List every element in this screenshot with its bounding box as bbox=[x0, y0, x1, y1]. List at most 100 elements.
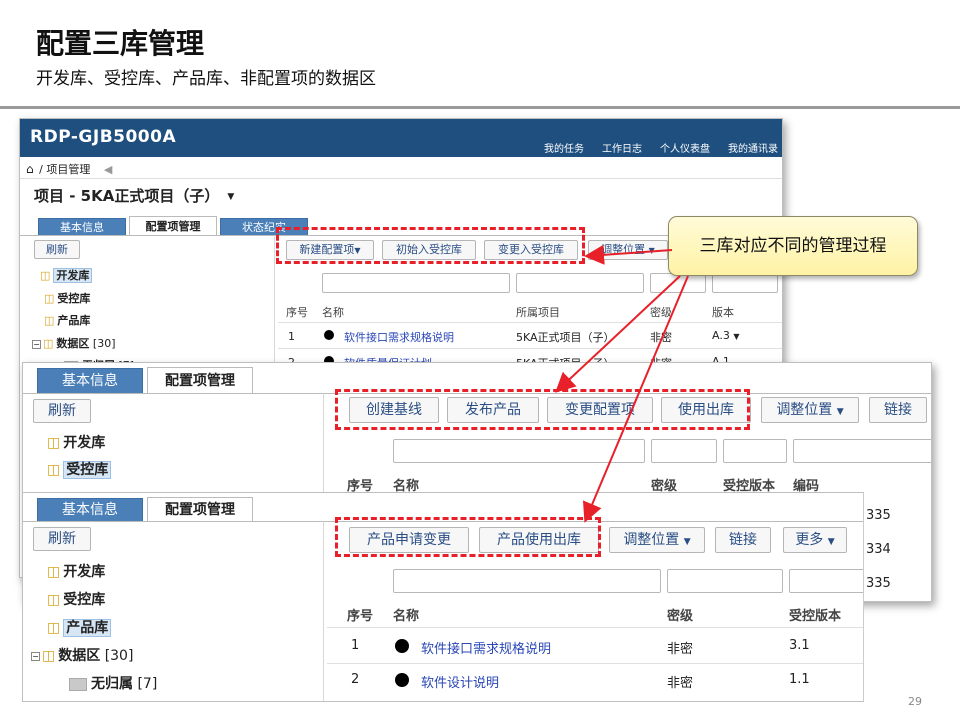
adjust-position-button[interactable]: 调整位置 ▼ bbox=[609, 527, 705, 553]
breadcrumb: ⌂ / 项目管理 ◀ bbox=[20, 157, 782, 179]
row2-seq: 2 bbox=[351, 672, 360, 687]
link-button[interactable]: 链接 bbox=[715, 527, 771, 553]
home-icon[interactable]: ⌂ bbox=[26, 162, 34, 176]
version-filter-input[interactable] bbox=[789, 569, 863, 593]
folder-icon: ◫ bbox=[44, 314, 55, 327]
tree-divider bbox=[323, 521, 324, 701]
collapse-icon[interactable]: − bbox=[32, 339, 41, 349]
row2-code: 334 bbox=[866, 542, 891, 557]
nav-work-log[interactable]: 工作日志 bbox=[602, 144, 642, 155]
tab-bar: 基本信息 配置项管理 状态纪实 bbox=[38, 216, 308, 236]
folder-icon: ◫ bbox=[47, 620, 61, 636]
col-name: 名称 bbox=[393, 609, 420, 624]
folder-icon: ◫ bbox=[47, 592, 61, 608]
refresh-button[interactable]: 刷新 bbox=[33, 399, 91, 423]
tree-ctrl-lib[interactable]: ◫ 受控库 bbox=[47, 589, 105, 609]
folder-icon: ◫ bbox=[43, 337, 54, 350]
highlight-dev-toolbar bbox=[276, 227, 585, 264]
col-version: 版本 bbox=[712, 306, 734, 319]
tree-data-area[interactable]: − ◫ 数据区 [30] bbox=[31, 645, 133, 665]
project-title-text: 项目 - 5KA正式项目（子） bbox=[34, 187, 220, 205]
nav-contacts[interactable]: 我的通讯录 bbox=[728, 144, 778, 155]
row1-project: 5KA正式项目（子） bbox=[516, 331, 615, 344]
breadcrumb-project-mgmt[interactable]: 项目管理 bbox=[46, 163, 90, 176]
tree-data-area[interactable]: − ◫ 数据区 [30] bbox=[32, 335, 116, 351]
row2-version: 1.1 bbox=[789, 672, 810, 687]
link-button[interactable]: 链接 bbox=[869, 397, 927, 423]
app-brand: RDP-GJB5000A bbox=[30, 127, 177, 147]
folder-icon bbox=[69, 677, 87, 691]
tab-config-items[interactable]: 配置项管理 bbox=[147, 497, 253, 522]
title-divider bbox=[0, 106, 960, 109]
code-filter-input[interactable] bbox=[793, 439, 931, 463]
col-ctrl-version: 受控版本 bbox=[789, 609, 842, 624]
row1-seq: 1 bbox=[288, 330, 295, 343]
tree-dev-lib[interactable]: ◫ 开发库 bbox=[40, 267, 93, 283]
refresh-button[interactable]: 刷新 bbox=[34, 240, 80, 259]
adjust-position-button[interactable]: 调整位置 ▼ bbox=[588, 240, 668, 260]
callout-note: 三库对应不同的管理过程 bbox=[668, 216, 918, 276]
version-filter-input[interactable] bbox=[712, 273, 778, 293]
adjust-position-button[interactable]: 调整位置 ▼ bbox=[761, 397, 859, 423]
col-seq: 序号 bbox=[286, 306, 308, 319]
collapse-icon[interactable]: − bbox=[31, 651, 40, 661]
tree-prod-lib[interactable]: ◫ 产品库 bbox=[44, 312, 90, 328]
row1-code: 335 bbox=[866, 508, 891, 523]
tab-basic-info[interactable]: 基本信息 bbox=[38, 218, 126, 236]
col-level: 密级 bbox=[650, 306, 672, 319]
row1-seq: 1 bbox=[351, 638, 360, 653]
row1-level: 非密 bbox=[667, 642, 694, 657]
nav-dashboard[interactable]: 个人仪表盘 bbox=[660, 144, 710, 155]
version-filter-input[interactable] bbox=[723, 439, 787, 463]
tab-basic-info[interactable]: 基本信息 bbox=[37, 498, 143, 522]
app-header: RDP-GJB5000A 我的任务 工作日志 个人仪表盘 我的通讯录 bbox=[20, 119, 782, 157]
level-filter-input[interactable] bbox=[667, 569, 783, 593]
name-filter-input[interactable] bbox=[393, 569, 661, 593]
caret-down-icon[interactable]: ▼ bbox=[227, 192, 234, 202]
slide-subtitle: 开发库、受控库、产品库、非配置项的数据区 bbox=[36, 69, 376, 89]
bullet-icon bbox=[395, 639, 409, 653]
level-filter-input[interactable] bbox=[651, 439, 717, 463]
tree-dev-lib[interactable]: ◫ 开发库 bbox=[47, 561, 105, 581]
refresh-button[interactable]: 刷新 bbox=[33, 527, 91, 551]
folder-icon: ◫ bbox=[47, 435, 61, 451]
row1-version[interactable]: A.3 ▼ bbox=[712, 329, 739, 342]
tree-dev-lib[interactable]: ◫ 开发库 bbox=[47, 432, 105, 452]
row3-code: 335 bbox=[866, 576, 891, 591]
folder-icon: ◫ bbox=[47, 462, 61, 478]
top-nav: 我的任务 工作日志 个人仪表盘 我的通讯录 bbox=[526, 140, 778, 155]
row1-version: 3.1 bbox=[789, 638, 810, 653]
bullet-icon bbox=[395, 673, 409, 687]
more-button[interactable]: 更多 ▼ bbox=[783, 527, 847, 553]
name-filter-input[interactable] bbox=[322, 273, 510, 293]
project-title: 项目 - 5KA正式项目（子） ▼ bbox=[20, 179, 782, 208]
tab-config-items[interactable]: 配置项管理 bbox=[129, 216, 217, 236]
tab-bar: 基本信息 配置项管理 bbox=[37, 497, 253, 522]
tree-ctrl-lib[interactable]: ◫ 受控库 bbox=[44, 290, 90, 306]
col-level: 密级 bbox=[667, 609, 694, 624]
project-filter-input[interactable] bbox=[516, 273, 644, 293]
nav-my-tasks[interactable]: 我的任务 bbox=[544, 144, 584, 155]
row1-name-link[interactable]: 软件接口需求规格说明 bbox=[421, 638, 551, 657]
row1-level: 非密 bbox=[650, 331, 672, 344]
back-arrow-icon[interactable]: ◀ bbox=[104, 163, 112, 176]
highlight-prod-toolbar bbox=[335, 517, 601, 557]
breadcrumb-sep: / bbox=[39, 163, 43, 176]
name-filter-input[interactable] bbox=[393, 439, 645, 463]
highlight-ctrl-toolbar bbox=[335, 389, 750, 430]
tree-ctrl-lib[interactable]: ◫ 受控库 bbox=[47, 459, 112, 479]
row2-level: 非密 bbox=[667, 676, 694, 691]
tab-config-items[interactable]: 配置项管理 bbox=[147, 367, 253, 394]
tab-basic-info[interactable]: 基本信息 bbox=[37, 368, 143, 394]
tree-no-belong[interactable]: 无归属 [7] bbox=[69, 673, 157, 693]
level-filter-input[interactable] bbox=[650, 273, 706, 293]
slide: 配置三库管理 开发库、受控库、产品库、非配置项的数据区 RDP-GJB5000A… bbox=[0, 0, 960, 720]
col-name: 名称 bbox=[322, 306, 344, 319]
row1-name-link[interactable]: 软件接口需求规格说明 bbox=[344, 329, 454, 345]
row2-name-link[interactable]: 软件设计说明 bbox=[421, 672, 499, 691]
tree-prod-lib[interactable]: ◫ 产品库 bbox=[47, 617, 112, 637]
folder-icon: ◫ bbox=[40, 269, 51, 282]
col-seq: 序号 bbox=[347, 609, 374, 624]
bullet-icon bbox=[324, 330, 334, 340]
page-number: 29 bbox=[908, 695, 922, 708]
